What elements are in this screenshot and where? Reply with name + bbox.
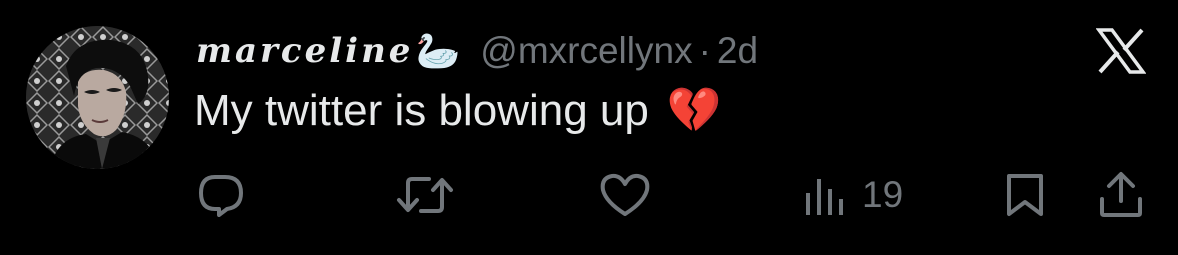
broken-heart-emoji: 💔: [666, 86, 722, 135]
timestamp[interactable]: 2d: [717, 30, 758, 72]
tweet-card[interactable]: marceline 🦢 @mxrcellynx · 2d My twitter …: [0, 0, 1178, 255]
retweet-icon: [397, 177, 453, 213]
display-name[interactable]: marceline: [196, 31, 413, 71]
swan-emoji: 🦢: [415, 30, 461, 71]
share-button[interactable]: [1096, 170, 1146, 220]
like-button[interactable]: [598, 170, 652, 220]
retweet-button[interactable]: [395, 170, 455, 220]
reply-button[interactable]: [195, 170, 247, 220]
views-icon: [806, 179, 843, 215]
views-button[interactable]: 19: [804, 170, 903, 220]
like-icon: [600, 173, 650, 216]
tweet-header: marceline 🦢 @mxrcellynx · 2d: [196, 26, 758, 76]
separator-dot: ·: [698, 30, 711, 71]
bookmark-icon: [1007, 174, 1043, 216]
bookmark-button[interactable]: [1003, 170, 1047, 220]
tweet-text-content: My twitter is blowing up: [194, 86, 649, 135]
avatar[interactable]: [26, 26, 169, 169]
x-logo-icon[interactable]: [1095, 28, 1147, 74]
reply-icon: [199, 175, 243, 217]
tweet-text: My twitter is blowing up 💔: [194, 86, 722, 136]
avatar-image: [26, 26, 169, 169]
user-handle[interactable]: @mxrcellynx: [480, 30, 692, 72]
share-icon: [1100, 172, 1142, 217]
views-count: 19: [862, 174, 904, 215]
